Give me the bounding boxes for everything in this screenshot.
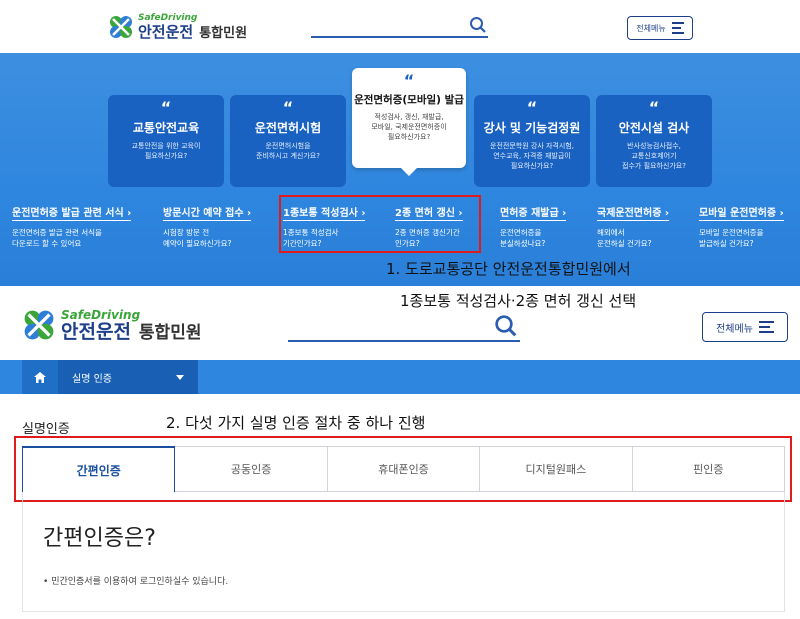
tab-digital-onepass[interactable]: 디지털원패스 (480, 446, 633, 492)
card-title: 강사 및 기능검정원 (483, 121, 581, 135)
link-title: 면허증 재발급 (500, 208, 559, 219)
bullet-dot-icon: • (43, 577, 49, 587)
all-menu-button[interactable]: 전체메뉴 (627, 16, 693, 40)
panel-bullet: • 민간인증서를 이용하여 로그인하실수 있습니다. (43, 574, 228, 587)
caret-down-icon (176, 375, 184, 380)
hamburger-icon (758, 321, 774, 333)
card-desc: 접수가 필요하신가요? (622, 162, 686, 170)
home-icon (34, 371, 46, 383)
card-pointer (401, 168, 417, 176)
logo-title: 안전운전 (138, 23, 194, 41)
card-instructor[interactable]: “ 강사 및 기능검정원 운전전문학원 강사 자격시험, 연수교육, 자격증 재발… (474, 95, 590, 187)
quote-icon: “ (160, 98, 172, 117)
chevron-right-icon: › (661, 208, 670, 219)
quote-icon: “ (282, 98, 294, 117)
link-title: 모바일 운전면허증 (699, 208, 777, 219)
quote-icon: “ (526, 98, 538, 117)
card-safety-inspection[interactable]: “ 안전시설 검사 반사성능검사접수, 교통신호제어기접수가 필요하신가요? (596, 95, 712, 187)
link-desc: 운전면허증을 (500, 228, 542, 237)
link-desc: 모바일 운전면허증을 (699, 228, 764, 237)
search-icon[interactable] (469, 16, 487, 38)
tab-joint-certificate[interactable]: 공동인증 (175, 446, 328, 492)
card-desc: 연수교육, 자격증 재발급이 (493, 152, 571, 160)
card-license-issue[interactable]: “ 운전면허증(모바일) 발급 적성검사, 갱신, 재발급, 모바일, 국제운전면… (352, 68, 466, 176)
card-traffic-education[interactable]: “ 교통안전교육 교통안전을 위한 교육이필요하신가요? (108, 95, 224, 187)
step1-caption: 1. 도로교통공단 안전운전통합민원에서 (386, 260, 631, 278)
link-desc: 분실하셨나요? (500, 239, 546, 248)
link-desc: 다운로드 할 수 있어요 (12, 239, 82, 248)
tab-pin-auth[interactable]: 핀인증 (632, 446, 786, 492)
chevron-right-icon: › (243, 208, 252, 219)
panel-bullet-text: 민간인증서를 이용하여 로그인하실수 있습니다. (51, 577, 229, 587)
card-desc: 모바일, 국제운전면허증이 (371, 123, 447, 131)
link-desc: 발급하실 건가요? (699, 239, 754, 248)
link-title: 운전면허증 발급 관련 서식 (12, 208, 124, 219)
card-desc: 필요하신가요? (144, 152, 188, 160)
card-title: 운전면허시험 (254, 121, 322, 135)
clover-logo-icon (22, 308, 56, 342)
link-desc: 예약이 필요하신가요? (163, 239, 232, 248)
search-input-2[interactable] (288, 318, 520, 342)
quote-icon: “ (648, 98, 660, 117)
link-desc: 해외에서 (597, 228, 625, 237)
card-desc: 적성검사, 갱신, 재발급, (374, 113, 444, 121)
card-license-test[interactable]: “ 운전면허시험 운전면허시험을준비하시고 계신가요? (230, 95, 346, 187)
panel-title: 간편인증은? (43, 526, 156, 551)
card-title: 운전면허증(모바일) 발급 (354, 94, 464, 106)
card-desc: 운전전문학원 강사 자격시험, (490, 142, 574, 150)
logo-subtitle: 통합민원 (199, 26, 248, 41)
logo-tagline: SafeDriving (61, 307, 141, 322)
tab-mobile-phone[interactable]: 휴대폰인증 (327, 446, 481, 492)
logo-title: 안전운전 (61, 320, 131, 343)
link-desc: 운전하실 건가요? (597, 239, 652, 248)
link-license-reissue[interactable]: 면허증 재발급 › 운전면허증을분실하셨나요? (500, 201, 567, 249)
quote-icon: “ (403, 71, 415, 90)
card-desc: 필요하신가요? (510, 162, 554, 170)
all-menu-button-2[interactable]: 전체메뉴 (702, 312, 788, 342)
chevron-right-icon: › (776, 208, 784, 219)
link-license-forms[interactable]: 운전면허증 발급 관련 서식 › 운전면허증 발급 관련 서식을다운로드 할 수… (12, 201, 132, 249)
search-icon[interactable] (494, 314, 518, 342)
top-header: SafeDriving 안전운전 통합민원 전체메뉴 (0, 0, 800, 53)
logo-subtitle: 통합민원 (138, 322, 202, 343)
link-international-license[interactable]: 국제운전면허증 › 해외에서운전하실 건가요? (597, 201, 670, 249)
breadcrumb-bar: 실명 인증 (0, 360, 800, 394)
chevron-right-icon: › (123, 208, 132, 219)
card-desc: 교통신호제어기 (631, 152, 677, 160)
breadcrumb-label: 실명 인증 (72, 373, 112, 385)
link-mobile-license[interactable]: 모바일 운전면허증 › 모바일 운전면허증을발급하실 건가요? (699, 201, 784, 249)
card-desc: 필요하신가요? (387, 133, 431, 141)
all-menu-label: 전체메뉴 (636, 23, 666, 33)
site-logo-2[interactable]: SafeDriving 안전운전 통합민원 (22, 308, 201, 342)
card-desc: 반사성능검사접수, (627, 142, 681, 150)
card-title: 안전시설 검사 (618, 121, 690, 135)
clover-logo-icon (108, 14, 134, 40)
card-title: 교통안전교육 (132, 121, 200, 135)
link-title: 국제운전면허증 (597, 208, 662, 219)
link-visit-reservation[interactable]: 방문시간 예약 접수 › 시험장 방문 전예약이 필요하신가요? (163, 201, 252, 249)
hamburger-icon (671, 22, 684, 34)
highlight-box-step1 (279, 195, 481, 253)
link-desc: 운전면허증 발급 관련 서식을 (12, 228, 102, 237)
card-desc: 준비하시고 계신가요? (256, 152, 320, 160)
site-logo[interactable]: SafeDriving 안전운전 통합민원 (108, 14, 247, 40)
link-title: 방문시간 예약 접수 (163, 208, 244, 219)
all-menu-label: 전체메뉴 (716, 323, 753, 335)
tab-simple-auth[interactable]: 간편인증 (22, 446, 176, 492)
link-desc: 시험장 방문 전 (163, 228, 210, 237)
service-banner: “ 교통안전교육 교통안전을 위한 교육이 필요하신가요? “ 운전면허시험 운전… (0, 53, 800, 286)
step2-caption: 2. 다섯 가지 실명 인증 절차 중 하나 진행 (166, 414, 426, 432)
breadcrumb-dropdown[interactable]: 실명 인증 (58, 360, 198, 394)
logo-tagline: SafeDriving (138, 13, 198, 23)
home-button[interactable] (22, 360, 58, 394)
step1-caption-line2: 1종보통 적성검사·2종 면허 갱신 선택 (400, 292, 637, 310)
section-title: 실명인증 (22, 422, 70, 437)
card-desc: 운전면허시험을 (265, 142, 311, 150)
auth-method-tabs: 간편인증 공동인증 휴대폰인증 디지털원패스 핀인증 (22, 446, 786, 492)
auth-panel: 간편인증은? • 민간인증서를 이용하여 로그인하실수 있습니다. (22, 492, 785, 612)
card-desc: 교통안전을 위한 교육이 (131, 142, 201, 150)
search-input[interactable] (311, 14, 488, 38)
chevron-right-icon: › (558, 208, 567, 219)
